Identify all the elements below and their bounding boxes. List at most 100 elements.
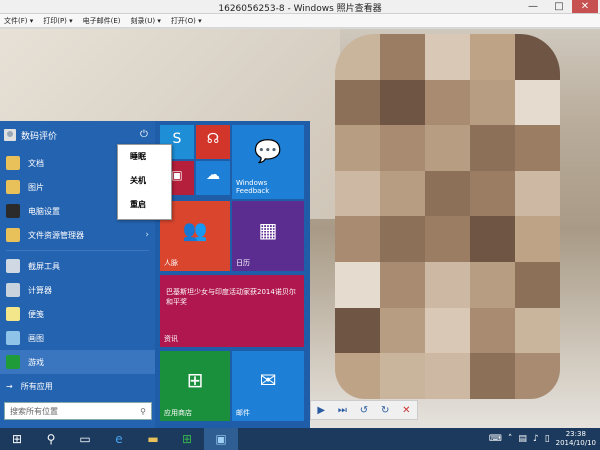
arrow-right-icon: → [6, 382, 13, 391]
mosaic-cell [425, 170, 470, 217]
close-button[interactable]: ✕ [572, 0, 598, 13]
menu-open[interactable]: 打开(O) ▾ [171, 16, 202, 26]
power-menu-sleep[interactable]: 睡眠 [118, 145, 171, 169]
tile-calendar-label: 日历 [236, 259, 250, 267]
tile-calendar[interactable]: ▦ 日历 [232, 201, 304, 271]
rotate-left-icon[interactable]: ↺ [360, 405, 368, 416]
folder-icon: ▬ [147, 432, 159, 446]
search-icon: ⚲ [46, 432, 56, 446]
games-icon [6, 355, 20, 369]
mosaic-cell [470, 125, 515, 171]
paint-icon [6, 331, 20, 345]
tile-store[interactable]: ⊞ 应用商店 [160, 351, 230, 421]
pictures-icon [6, 180, 20, 194]
search-icon: ⚲ [140, 406, 146, 416]
mosaic-cell [380, 79, 425, 126]
mosaic-cell [515, 79, 560, 126]
sticky-notes-icon [6, 307, 20, 321]
mosaic-cell [380, 307, 425, 354]
start-menu-item-label: 游戏 [28, 357, 44, 367]
pixelated-face [335, 34, 560, 399]
chevron-up-icon[interactable]: ˄ [508, 434, 513, 444]
mosaic-cell [425, 216, 470, 262]
start-menu-item[interactable]: 游戏 [0, 350, 155, 374]
mosaic-cell [515, 216, 560, 262]
mosaic-cell [425, 125, 470, 171]
start-button[interactable]: ⊞ [0, 428, 34, 450]
menu-separator [6, 250, 149, 251]
mosaic-cell [425, 261, 470, 308]
power-icon[interactable]: ⏻ [140, 129, 148, 140]
news-headline: 巴基斯坦少女与印度活动家获2014诺贝尔和平奖 [166, 288, 296, 306]
menu-email[interactable]: 电子邮件(E) [83, 16, 121, 26]
menu-burn[interactable]: 刻录(U) ▾ [131, 16, 161, 26]
menu-print[interactable]: 打印(P) ▾ [43, 16, 72, 26]
taskbar-photo-viewer[interactable]: ▣ [204, 428, 238, 450]
mosaic-cell [515, 261, 560, 308]
tile-windows-feedback-label: Windows Feedback [236, 179, 270, 195]
user-avatar [4, 129, 16, 141]
tile-onedrive[interactable]: ☁ [196, 161, 230, 195]
mosaic-cell [335, 170, 380, 217]
clock-date: 2014/10/10 [555, 439, 596, 447]
power-menu-restart[interactable]: 重启 [118, 193, 171, 217]
file-explorer-icon [6, 228, 20, 242]
maximize-button[interactable]: □ [546, 0, 572, 13]
search-input[interactable]: 搜索所有位置 ⚲ [4, 402, 152, 420]
taskbar-search-button[interactable]: ⚲ [34, 428, 68, 450]
taskbar-store[interactable]: ⊞ [170, 428, 204, 450]
mosaic-cell [380, 125, 425, 171]
folder-icon [6, 156, 20, 170]
user-account[interactable]: 数码评价 [4, 127, 154, 143]
task-view-icon: ▭ [79, 432, 91, 446]
next-icon[interactable]: ⏭ [338, 405, 347, 416]
video-icon: ▣ [171, 168, 183, 183]
cloud-icon: ☁ [206, 167, 220, 184]
rotate-right-icon[interactable]: ↻ [381, 405, 389, 416]
menu-file[interactable]: 文件(F) ▾ [4, 16, 33, 26]
all-apps-button[interactable]: → 所有应用 [6, 381, 53, 392]
delete-icon[interactable]: ✕ [402, 405, 410, 416]
mosaic-cell [335, 34, 380, 80]
volume-icon[interactable]: ♪ [533, 434, 539, 444]
start-menu-item[interactable]: 文件资源管理器 › [0, 223, 155, 247]
search-placeholder: 搜索所有位置 [10, 406, 58, 416]
task-view-button[interactable]: ▭ [68, 428, 102, 450]
store-icon: ⊞ [186, 368, 204, 393]
photo-viewer-icon: ▣ [215, 432, 227, 446]
network-icon[interactable]: ▤ [518, 434, 527, 444]
mosaic-cell [515, 125, 560, 171]
minimize-button[interactable]: — [520, 0, 546, 13]
mosaic-cell [470, 170, 515, 217]
start-menu-item[interactable]: 便笺 [0, 302, 155, 326]
power-menu-shutdown[interactable]: 关机 [118, 169, 171, 193]
start-menu-item[interactable]: 计算器 [0, 278, 155, 302]
tile-news-label: 资讯 [164, 335, 178, 343]
user-name: 数码评价 [21, 131, 58, 142]
start-menu-item-label: 截屏工具 [28, 261, 60, 271]
mosaic-cell [515, 307, 560, 354]
mosaic-cell [335, 307, 380, 354]
start-menu-item-label: 电脑设置 [28, 206, 60, 216]
tile-music[interactable]: ☊ [196, 125, 230, 159]
keyboard-icon[interactable]: ⌨ [489, 434, 502, 444]
chevron-right-icon[interactable]: › [145, 230, 149, 240]
windows-logo-icon: ⊞ [11, 432, 23, 446]
mosaic-cell [470, 261, 515, 308]
action-center-icon[interactable]: ▯ [545, 434, 550, 444]
tile-people-label: 人脉 [164, 259, 178, 267]
window-title: 1626056253-8 - Windows 照片查看器 [218, 4, 382, 14]
clock[interactable]: 23:38 2014/10/10 [556, 430, 596, 448]
tile-mail[interactable]: ✉ 邮件 [232, 351, 304, 421]
taskbar-explorer[interactable]: ▬ [136, 428, 170, 450]
power-menu: 睡眠 关机 重启 [117, 144, 172, 220]
taskbar-ie[interactable]: e [102, 428, 136, 450]
slideshow-icon[interactable]: ▶ [317, 405, 325, 416]
start-menu-item[interactable]: 截屏工具 [0, 254, 155, 278]
tile-news[interactable]: 巴基斯坦少女与印度活动家获2014诺贝尔和平奖 资讯 [160, 275, 304, 347]
start-menu-item[interactable]: 画图 [0, 326, 155, 350]
calendar-icon: ▦ [258, 218, 278, 243]
tile-windows-feedback[interactable]: 💬 Windows Feedback [232, 125, 304, 199]
tile-store-label: 应用商店 [164, 409, 192, 417]
menu-bar: 文件(F) ▾ 打印(P) ▾ 电子邮件(E) 刻录(U) ▾ 打开(O) ▾ [0, 14, 600, 28]
